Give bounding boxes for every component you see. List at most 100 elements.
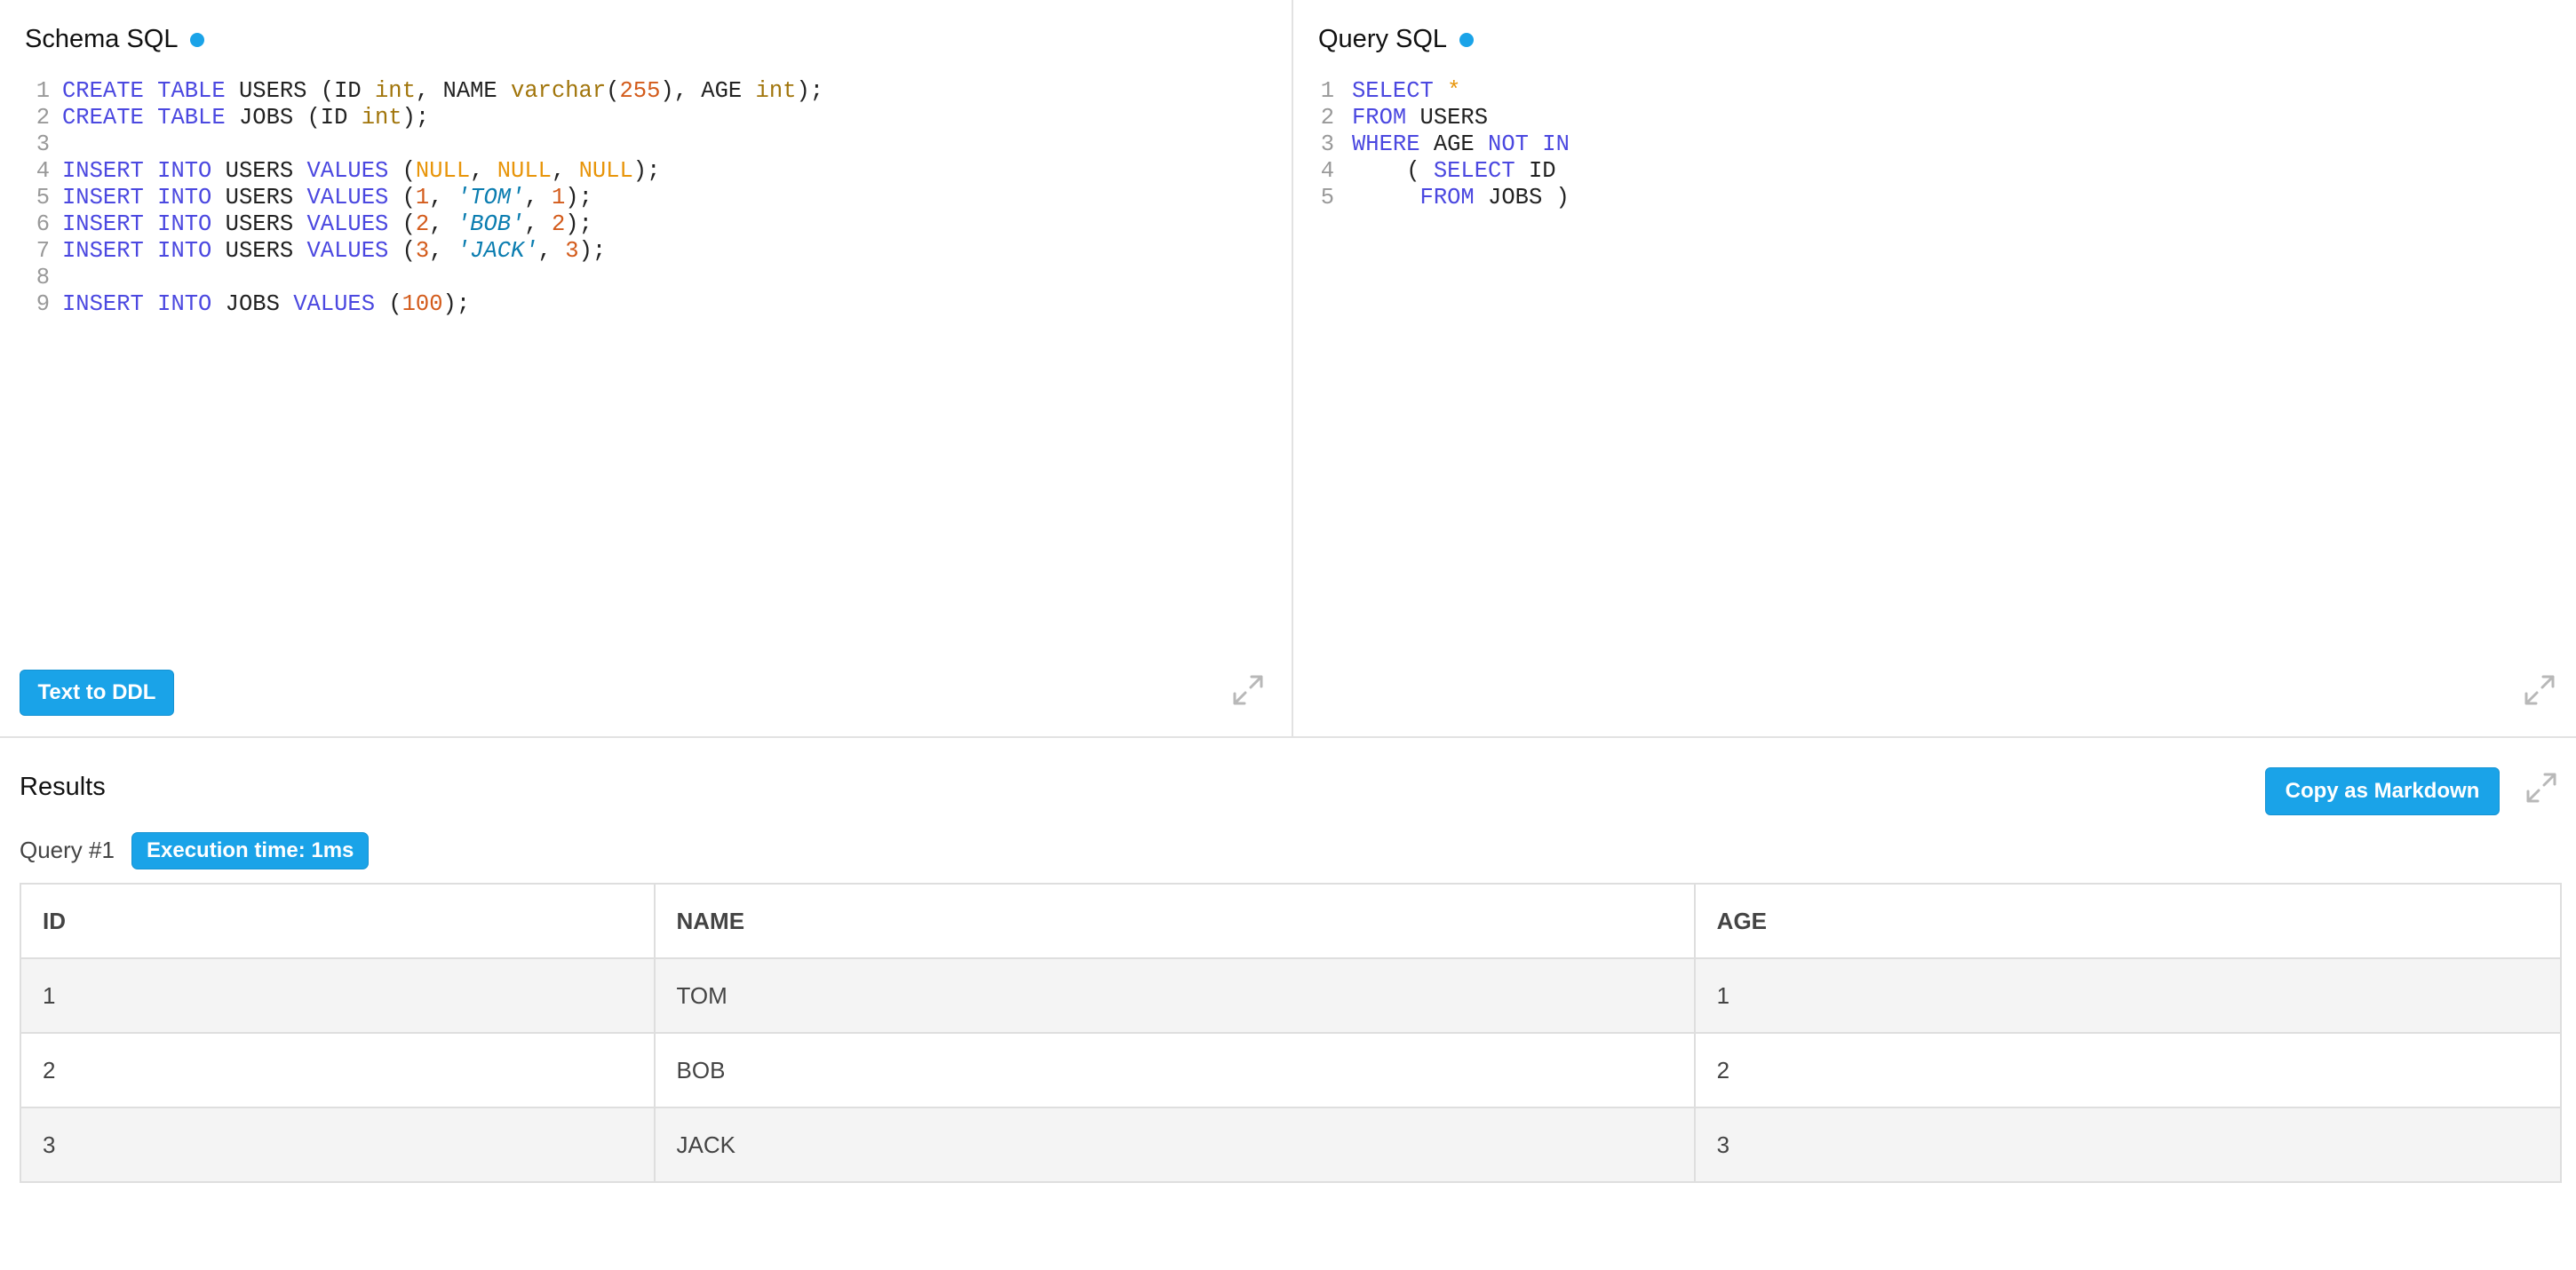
code-token: INTO xyxy=(157,291,212,317)
code-token: USERS xyxy=(211,238,307,264)
code-token: ( xyxy=(388,158,416,184)
code-token: USERS xyxy=(211,211,307,237)
table-row: 1 TOM 1 xyxy=(20,957,2563,1034)
code-token: NULL xyxy=(497,158,552,184)
code-token: 255 xyxy=(619,78,661,104)
expand-icon[interactable] xyxy=(2523,769,2560,806)
code-token: , xyxy=(551,158,579,184)
code-text: INSERT INTO USERS VALUES (3, 'JACK', 3); xyxy=(62,238,606,265)
code-token: JOBS xyxy=(211,291,294,317)
code-token: VALUES xyxy=(306,185,389,210)
code-token: , NAME xyxy=(415,78,512,104)
code-token: WHERE xyxy=(1352,131,1420,157)
code-token: NULL xyxy=(578,158,633,184)
code-line: 7 INSERT INTO USERS VALUES (3, 'JACK', 3)… xyxy=(21,238,823,265)
code-line: 5 FROM JOBS ) xyxy=(1311,185,1570,211)
query-editor[interactable]: 1 SELECT * 2 FROM USERS 3 WHERE AGE NOT IN 4 (… xyxy=(1311,78,1570,211)
line-number: 1 xyxy=(36,78,50,104)
code-token: ( xyxy=(606,78,620,104)
code-text: ( SELECT ID xyxy=(1352,158,1556,185)
code-token: CREATE xyxy=(62,105,144,131)
query-pane: Query SQL 1 SELECT * 2 FROM USERS 3 WHERE AGE… xyxy=(1293,0,2576,737)
code-token: INSERT xyxy=(62,185,144,210)
table-header-row: ID NAME AGE xyxy=(20,883,2563,959)
line-number: 5 xyxy=(1320,185,1334,210)
code-token: VALUES xyxy=(293,291,376,317)
code-token: varchar xyxy=(511,78,607,104)
code-token: ); xyxy=(442,291,471,317)
code-token: 'TOM' xyxy=(456,185,525,210)
divider xyxy=(0,736,2576,738)
line-number: 2 xyxy=(1320,105,1334,131)
code-token: ( xyxy=(375,291,402,317)
code-token: INSERT xyxy=(62,291,144,317)
column-header: AGE xyxy=(1693,883,2563,959)
code-token: FROM xyxy=(1352,105,1407,131)
table-cell: 1 xyxy=(1693,957,2563,1034)
code-token: ( xyxy=(1352,158,1434,184)
schema-title: Schema SQL xyxy=(25,25,205,54)
code-token: USERS (ID xyxy=(225,78,375,104)
code-line: 6 INSERT INTO USERS VALUES (2, 'BOB', 2); xyxy=(21,211,823,238)
code-line: 8 xyxy=(21,265,823,291)
code-line: 2 FROM USERS xyxy=(1311,105,1570,131)
expand-icon[interactable] xyxy=(2521,671,2558,709)
code-text: INSERT INTO USERS VALUES (1, 'TOM', 1); xyxy=(62,185,592,211)
code-token: int xyxy=(755,78,797,104)
schema-editor[interactable]: 1 CREATE TABLE USERS (ID int , NAME varcha… xyxy=(21,78,823,318)
line-number: 3 xyxy=(36,131,50,157)
copy-as-markdown-button[interactable]: Copy as Markdown xyxy=(2265,767,2500,815)
code-token: INSERT xyxy=(62,211,144,237)
code-text: SELECT * xyxy=(1352,78,1460,105)
code-token: ); xyxy=(578,238,607,264)
code-token: VALUES xyxy=(306,211,389,237)
code-token: INTO xyxy=(157,185,212,210)
code-token: TABLE xyxy=(157,105,226,131)
line-number: 1 xyxy=(1320,78,1334,104)
code-line: 1 CREATE TABLE USERS (ID int, NAME varcha… xyxy=(21,78,823,105)
code-token: ); xyxy=(796,78,824,104)
column-header: NAME xyxy=(653,883,1696,959)
code-token: ); xyxy=(565,211,592,237)
table-row: 2 BOB 2 xyxy=(20,1032,2563,1108)
code-token: , xyxy=(429,211,457,237)
code-text: INSERT INTO JOBS VALUES (100); xyxy=(62,291,470,318)
code-token: 1 xyxy=(551,185,566,210)
status-dot-icon xyxy=(190,32,205,47)
query-label: Query #1 xyxy=(20,837,115,863)
expand-icon[interactable] xyxy=(1229,671,1267,709)
results-table: ID NAME AGE 1 TOM 1 2 BOB 2 3 JACK 3 xyxy=(20,883,2563,1183)
text-to-ddl-button[interactable]: Text to DDL xyxy=(20,670,174,716)
code-line: 9 INSERT INTO JOBS VALUES (100); xyxy=(21,291,823,318)
code-token: , xyxy=(470,158,497,184)
code-text: CREATE TABLE JOBS (ID int); xyxy=(62,105,429,131)
code-token: , xyxy=(429,238,457,264)
code-line: 2 CREATE TABLE JOBS (ID int); xyxy=(21,105,823,131)
schema-title-text: Schema SQL xyxy=(25,25,179,53)
code-token: INTO xyxy=(157,238,212,264)
code-token: ID xyxy=(1515,158,1556,184)
code-token: 2 xyxy=(551,211,566,237)
line-number: 8 xyxy=(36,265,50,290)
code-token: USERS xyxy=(1406,105,1489,131)
code-token: INSERT xyxy=(62,158,144,184)
table-cell: JACK xyxy=(653,1107,1696,1183)
code-token: VALUES xyxy=(306,238,389,264)
code-token: SELECT xyxy=(1433,158,1515,184)
code-token: USERS xyxy=(211,185,307,210)
code-line: 4 INSERT INTO USERS VALUES (NULL, NULL, N… xyxy=(21,158,823,185)
line-number: 4 xyxy=(36,158,50,184)
code-token: CREATE xyxy=(62,78,144,104)
code-token: , xyxy=(524,185,552,210)
query-title: Query SQL xyxy=(1318,25,1475,54)
code-token: , xyxy=(429,185,457,210)
code-text: FROM USERS xyxy=(1352,105,1488,131)
code-token: JOBS ) xyxy=(1474,185,1570,210)
